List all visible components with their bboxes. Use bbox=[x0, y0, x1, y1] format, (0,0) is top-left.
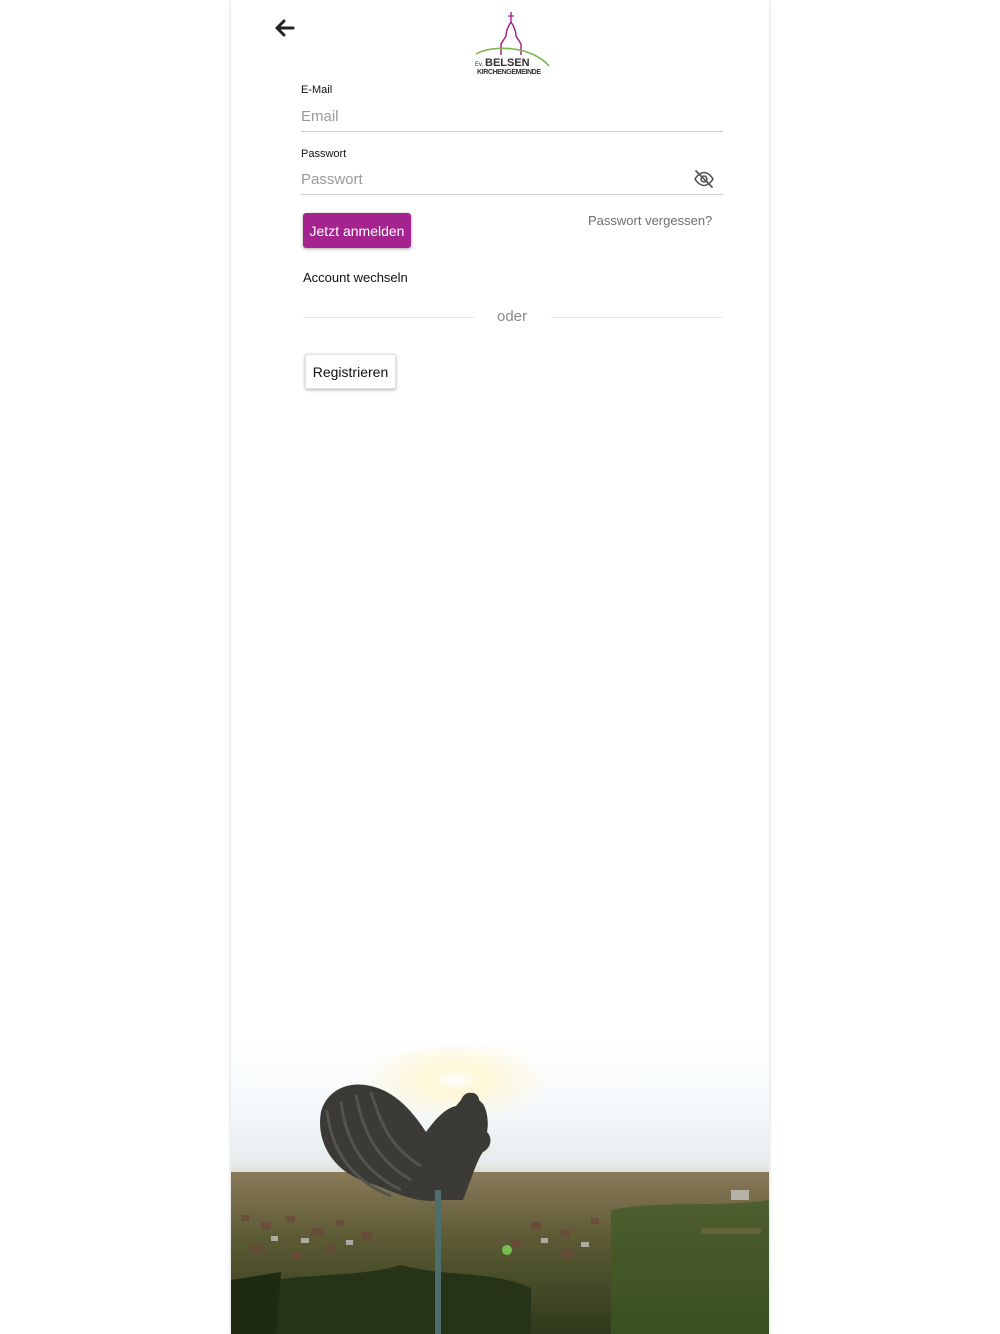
register-button[interactable]: Registrieren bbox=[305, 354, 396, 389]
logo-subtitle: KIRCHENGEMEINDE bbox=[477, 69, 541, 76]
church-logo: Ev. BELSEN KIRCHENGEMEINDE bbox=[475, 12, 550, 76]
switch-account-link[interactable]: Account wechseln bbox=[303, 270, 408, 285]
divider-right bbox=[551, 317, 723, 318]
login-button[interactable]: Jetzt anmelden bbox=[303, 213, 411, 248]
eye-off-icon[interactable] bbox=[693, 169, 715, 189]
back-button[interactable] bbox=[271, 14, 299, 42]
rooster-background-image bbox=[231, 1040, 769, 1334]
password-field[interactable] bbox=[301, 164, 723, 195]
arrow-left-icon bbox=[275, 19, 295, 37]
password-label: Passwort bbox=[301, 148, 347, 160]
logo-prefix: Ev. bbox=[475, 62, 484, 68]
logo-name: BELSEN bbox=[485, 57, 530, 69]
forgot-password-link[interactable]: Passwort vergessen? bbox=[588, 213, 712, 228]
login-card: Ev. BELSEN KIRCHENGEMEINDE E-Mail Passwo… bbox=[231, 0, 769, 1334]
email-field[interactable] bbox=[301, 101, 723, 132]
email-label: E-Mail bbox=[301, 84, 333, 96]
page: Ev. BELSEN KIRCHENGEMEINDE E-Mail Passwo… bbox=[0, 0, 1000, 1334]
